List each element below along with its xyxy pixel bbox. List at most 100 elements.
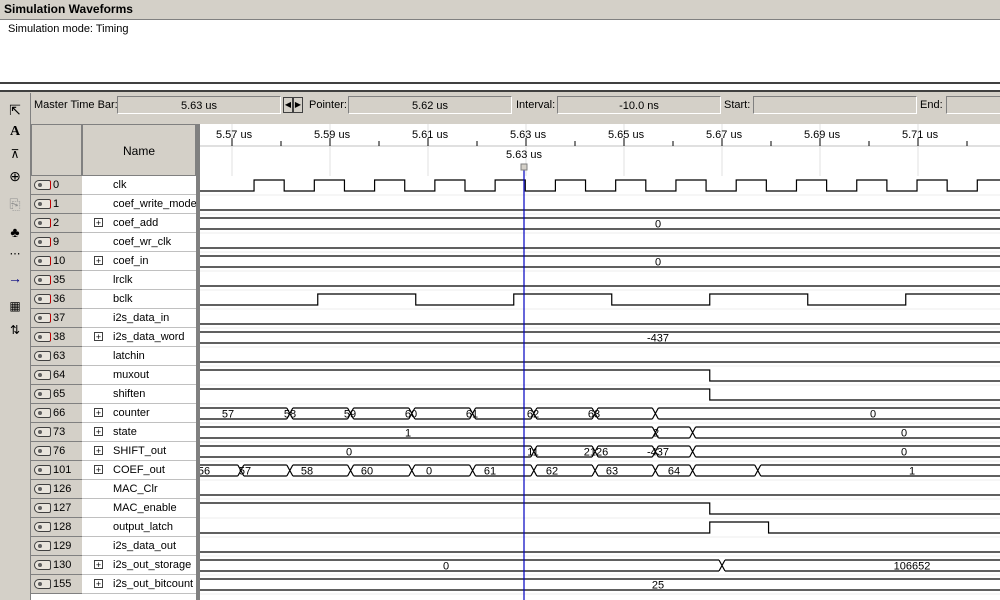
bus-transition xyxy=(689,445,697,458)
node-column-header[interactable] xyxy=(31,124,82,176)
arrow-right-icon[interactable]: ▶ xyxy=(293,97,303,113)
signal-name: SHIFT_out xyxy=(113,445,167,457)
signal-name: i2s_out_storage xyxy=(113,559,192,571)
master-time-bar-field[interactable]: 5.63 us xyxy=(117,96,281,114)
interval-field[interactable]: -10.0 ns xyxy=(557,96,721,114)
start-label: Start: xyxy=(724,99,751,111)
node-index: 35 xyxy=(53,274,66,286)
signal-row[interactable]: 65 shiften xyxy=(31,385,200,404)
pointer-tool-icon[interactable]: ⇱ xyxy=(5,101,25,119)
mode-panel: Simulation mode: Timing xyxy=(0,20,1000,82)
signal-row[interactable]: 66 + counter xyxy=(31,404,200,423)
signal-row[interactable]: 101 + COEF_out xyxy=(31,461,200,480)
expand-icon[interactable]: + xyxy=(94,446,103,456)
bus-segment xyxy=(658,407,1000,420)
panel-splitter[interactable] xyxy=(0,82,1000,92)
start-field[interactable] xyxy=(753,96,917,114)
signal-row[interactable]: 37 i2s_data_in xyxy=(31,309,200,328)
input-pin-icon xyxy=(34,199,51,209)
name-cell: lrclk xyxy=(82,271,196,290)
bus-value: 64 xyxy=(668,466,680,478)
waveform-edit-icon[interactable]: ⊼ xyxy=(5,145,25,163)
end-field[interactable] xyxy=(946,96,1000,114)
name-cell: + i2s_data_word xyxy=(82,328,196,347)
bus-transition xyxy=(286,464,294,477)
signal-row[interactable]: 2 + coef_add xyxy=(31,214,200,233)
signal-row[interactable]: 127 MAC_enable xyxy=(31,499,200,518)
bus-segment xyxy=(598,407,653,420)
name-column-header[interactable]: Name xyxy=(82,124,196,176)
signal-name: coef_in xyxy=(113,255,149,267)
master-time-arrows: ◀ ▶ xyxy=(283,97,305,114)
expand-icon[interactable]: + xyxy=(94,256,103,266)
signal-name: i2s_out_bitcount xyxy=(113,578,194,590)
expand-icon[interactable]: + xyxy=(94,560,103,570)
expand-icon[interactable]: + xyxy=(94,579,103,589)
signal-row[interactable]: 130 + i2s_out_storage xyxy=(31,556,200,575)
signal-row[interactable]: 1 coef_write_mode xyxy=(31,195,200,214)
node-index: 38 xyxy=(53,331,66,343)
find-icon[interactable]: ♣ xyxy=(5,223,25,241)
name-cell: MAC_enable xyxy=(82,499,196,518)
waveform-display[interactable]: 5.57 us 5.59 us 5.61 us 5.63 us 5.65 us 5.67 … xyxy=(200,124,1000,600)
name-cell: + state xyxy=(82,423,196,442)
signal-row[interactable]: 126 MAC_Clr xyxy=(31,480,200,499)
pointer-label: Pointer: xyxy=(309,99,347,111)
node-cell: 76 xyxy=(31,442,82,461)
name-cell: coef_wr_clk xyxy=(82,233,196,252)
tick-label: 5.71 us xyxy=(902,129,939,141)
name-cell: + COEF_out xyxy=(82,461,196,480)
signal-row[interactable]: 63 latchin xyxy=(31,347,200,366)
node-index: 126 xyxy=(53,483,72,495)
expand-icon[interactable]: + xyxy=(94,332,103,342)
signal-row[interactable]: 128 output_latch xyxy=(31,518,200,537)
bus-value: 63 xyxy=(588,409,600,421)
expand-icon[interactable]: + xyxy=(94,427,103,437)
bus-value: 0 xyxy=(901,428,907,440)
signal-row[interactable]: 0 clk xyxy=(31,176,200,195)
signal-row[interactable]: 73 + state xyxy=(31,423,200,442)
node-cell: 9 xyxy=(31,233,82,252)
expand-icon[interactable]: + xyxy=(94,465,103,475)
signal-row[interactable]: 36 bclk xyxy=(31,290,200,309)
bus-value: -437 xyxy=(647,333,669,345)
signal-row[interactable]: 35 lrclk xyxy=(31,271,200,290)
name-cell: output_latch xyxy=(82,518,196,537)
end-label: End: xyxy=(920,99,943,111)
bus-transition xyxy=(591,464,599,477)
expand-icon[interactable]: + xyxy=(94,408,103,418)
signal-row[interactable]: 10 + coef_in xyxy=(31,252,200,271)
bus-value: 0 xyxy=(901,447,907,459)
expand-icon[interactable]: + xyxy=(94,218,103,228)
signal-row[interactable]: 155 + i2s_out_bitcount xyxy=(31,575,200,594)
find-next-icon[interactable]: ⋯ xyxy=(5,245,25,263)
node-cell: 101 xyxy=(31,461,82,480)
bus-value: 2 xyxy=(653,428,659,440)
name-cell: muxout xyxy=(82,366,196,385)
group-icon[interactable]: ▦ xyxy=(5,297,25,315)
input-pin-icon xyxy=(34,218,51,228)
bus-segment xyxy=(292,407,348,420)
input-pin-icon xyxy=(34,294,51,304)
copy-icon[interactable]: ⎘ xyxy=(5,195,25,213)
text-tool-icon[interactable]: A xyxy=(5,123,25,141)
signal-row[interactable]: 38 + i2s_data_word xyxy=(31,328,200,347)
node-cell: 65 xyxy=(31,385,82,404)
signal-row[interactable]: 64 muxout xyxy=(31,366,200,385)
goto-icon[interactable]: → xyxy=(5,269,25,287)
signal-row[interactable]: 129 i2s_data_out xyxy=(31,537,200,556)
pointer-field[interactable]: 5.62 us xyxy=(348,96,512,114)
arrow-left-icon[interactable]: ◀ xyxy=(283,97,293,113)
bus-value: 1 xyxy=(909,466,915,478)
zoom-icon[interactable]: ⊕ xyxy=(5,167,25,185)
signal-row[interactable]: 76 + SHIFT_out xyxy=(31,442,200,461)
node-cell: 35 xyxy=(31,271,82,290)
output-pin-icon xyxy=(34,579,51,589)
signal-name: i2s_data_out xyxy=(113,540,176,552)
digital-waveform xyxy=(200,293,1000,306)
bus-transition xyxy=(408,464,416,477)
node-cell: 36 xyxy=(31,290,82,309)
sort-icon[interactable]: ⇅ xyxy=(5,321,25,339)
signal-row[interactable]: 9 coef_wr_clk xyxy=(31,233,200,252)
node-cell: 130 xyxy=(31,556,82,575)
